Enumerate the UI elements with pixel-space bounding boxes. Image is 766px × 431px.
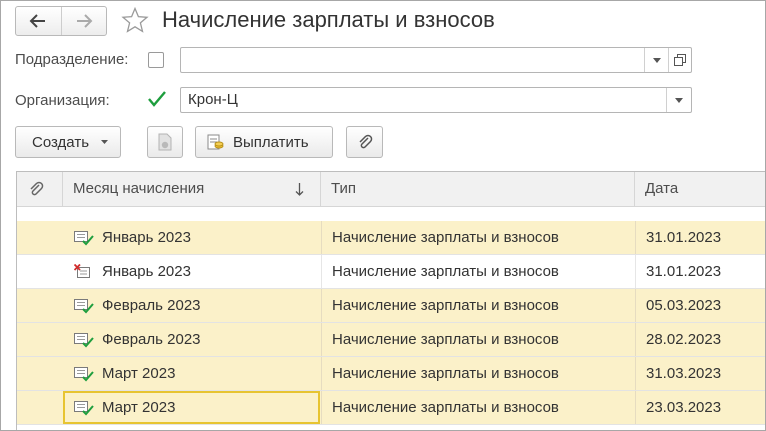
paperclip-icon xyxy=(30,181,44,196)
chevron-down-icon xyxy=(101,140,109,144)
pay-button-label: Выплатить xyxy=(233,133,309,151)
cell-month[interactable]: Март 2023 xyxy=(63,357,320,390)
table-row[interactable]: Март 2023 Начисление зарплаты и взносов 23… xyxy=(17,391,765,425)
navigation-buttons xyxy=(15,6,107,36)
column-header-date-label: Дата xyxy=(645,180,679,197)
cell-date[interactable]: 28.02.2023 xyxy=(635,323,765,356)
table-row[interactable]: Январь 2023 Начисление зарплаты и взносов… xyxy=(17,255,765,289)
payment-icon xyxy=(207,134,224,150)
department-open-button[interactable] xyxy=(668,48,691,72)
sort-descending-icon xyxy=(295,183,304,196)
organization-value: Крон-Ц xyxy=(188,91,238,108)
documents-table[interactable]: Месяц начисления Тип Дата Январь 2023 Нач… xyxy=(16,171,765,430)
cell-date[interactable]: 05.03.2023 xyxy=(635,289,765,322)
cell-month[interactable]: Январь 2023 xyxy=(63,221,320,254)
cell-type[interactable]: Начисление зарплаты и взносов xyxy=(321,289,635,322)
attachments-column-header[interactable] xyxy=(17,172,63,206)
chevron-down-icon xyxy=(675,97,683,103)
table-row[interactable]: Март 2023 Начисление зарплаты и взносов 31… xyxy=(17,357,765,391)
paperclip-icon xyxy=(358,134,372,149)
page-title: Начисление зарплаты и взносов xyxy=(162,7,495,32)
cell-date[interactable]: 31.01.2023 xyxy=(635,255,765,288)
table-row[interactable]: Февраль 2023 Начисление зарплаты и взносо… xyxy=(17,323,765,357)
document-list-window: Начисление зарплаты и взносов Подразделе… xyxy=(0,0,766,431)
cell-type[interactable]: Начисление зарплаты и взносов xyxy=(321,221,635,254)
create-from-button[interactable] xyxy=(147,126,183,158)
checkmark-icon xyxy=(148,91,166,107)
department-filter-checkbox[interactable] xyxy=(148,52,164,68)
create-button[interactable]: Создать xyxy=(15,126,121,158)
cell-date[interactable]: 31.01.2023 xyxy=(635,221,765,254)
organization-label: Организация: xyxy=(15,92,110,109)
organization-dropdown-button[interactable] xyxy=(666,88,691,112)
create-from-document-icon xyxy=(158,133,172,151)
cell-month[interactable]: Февраль 2023 xyxy=(63,323,320,356)
table-row[interactable]: Февраль 2023 Начисление зарплаты и взносо… xyxy=(17,289,765,323)
table-header: Месяц начисления Тип Дата xyxy=(17,172,765,207)
attach-files-button[interactable] xyxy=(346,126,383,158)
column-header-type-label: Тип xyxy=(331,180,357,197)
forward-button[interactable] xyxy=(60,7,107,35)
cell-month[interactable]: Февраль 2023 xyxy=(63,289,320,322)
arrow-left-icon xyxy=(29,14,46,28)
pay-button[interactable]: Выплатить xyxy=(195,126,333,158)
star-icon xyxy=(121,7,149,33)
column-header-type[interactable]: Тип xyxy=(321,172,635,206)
cell-type[interactable]: Начисление зарплаты и взносов xyxy=(321,323,635,356)
department-field[interactable] xyxy=(180,47,692,73)
cell-type[interactable]: Начисление зарплаты и взносов xyxy=(321,391,635,424)
back-button[interactable] xyxy=(16,7,61,35)
department-dropdown-button[interactable] xyxy=(644,48,669,72)
column-header-month[interactable]: Месяц начисления xyxy=(63,172,321,206)
column-header-month-label: Месяц начисления xyxy=(73,180,205,197)
table-row[interactable]: Январь 2023 Начисление зарплаты и взносов… xyxy=(17,221,765,255)
favorite-button[interactable] xyxy=(120,6,150,34)
cell-type[interactable]: Начисление зарплаты и взносов xyxy=(321,357,635,390)
cell-month[interactable]: Январь 2023 xyxy=(63,255,320,288)
department-label: Подразделение: xyxy=(15,51,129,68)
arrow-right-icon xyxy=(76,14,93,28)
cell-month[interactable]: Март 2023 xyxy=(63,391,320,424)
organization-field[interactable]: Крон-Ц xyxy=(180,87,692,113)
cell-type[interactable]: Начисление зарплаты и взносов xyxy=(321,255,635,288)
cell-date[interactable]: 31.03.2023 xyxy=(635,357,765,390)
column-header-date[interactable]: Дата xyxy=(635,172,765,206)
create-button-label: Создать xyxy=(32,133,90,151)
open-window-icon xyxy=(674,54,686,66)
chevron-down-icon xyxy=(653,57,661,63)
organization-filter-checkbox[interactable] xyxy=(147,90,167,113)
cell-date[interactable]: 23.03.2023 xyxy=(635,391,765,424)
